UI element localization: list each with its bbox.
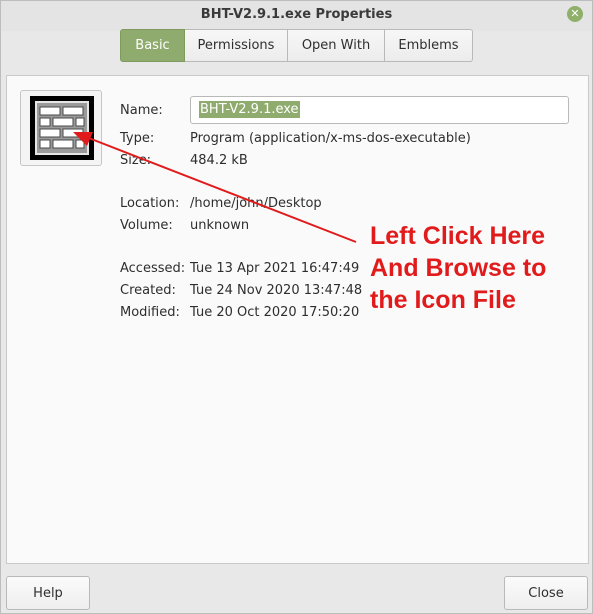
name-field[interactable]: BHT-V2.9.1.exe (190, 96, 569, 124)
location-value: /home/john/Desktop (190, 196, 322, 211)
size-value: 484.2 kB (190, 153, 248, 168)
tab-open-with[interactable]: Open With (288, 29, 385, 62)
annotation-line-2: And Browse to (370, 254, 547, 282)
properties-window: BHT-V2.9.1.exe Properties ✕ Basic Permis… (0, 0, 593, 614)
modified-label: Modified: (120, 305, 180, 320)
modified-value: Tue 20 Oct 2020 17:50:20 (190, 305, 360, 320)
file-icon-button[interactable] (20, 90, 102, 166)
volume-label: Volume: (120, 218, 173, 233)
annotation-text: Left Click Here And Browse to the Icon F… (370, 220, 546, 316)
name-label: Name: (120, 103, 163, 118)
size-label: Size: (120, 153, 152, 168)
type-label: Type: (120, 131, 155, 146)
annotation-line-1: Left Click Here (370, 222, 546, 250)
tab-basic[interactable]: Basic (120, 29, 185, 62)
window-close-icon[interactable]: ✕ (567, 6, 583, 22)
brick-wall-icon (30, 96, 94, 160)
basic-panel: Name: BHT-V2.9.1.exe Type: Program (appl… (6, 75, 589, 564)
type-value: Program (application/x-ms-dos-executable… (190, 131, 471, 146)
name-field-value: BHT-V2.9.1.exe (199, 101, 300, 118)
annotation-line-3: the Icon File (370, 286, 516, 314)
close-button[interactable]: Close (504, 576, 588, 610)
accessed-label: Accessed: (120, 261, 186, 276)
window-title: BHT-V2.9.1.exe Properties (200, 7, 393, 22)
location-label: Location: (120, 196, 180, 211)
created-label: Created: (120, 283, 176, 298)
tab-emblems[interactable]: Emblems (385, 29, 473, 62)
tab-bar: Basic Permissions Open With Emblems (120, 29, 473, 62)
accessed-value: Tue 13 Apr 2021 16:47:49 (190, 261, 360, 276)
volume-value: unknown (190, 218, 250, 233)
tab-permissions[interactable]: Permissions (185, 29, 288, 62)
title-bar: BHT-V2.9.1.exe Properties ✕ (1, 1, 592, 31)
created-value: Tue 24 Nov 2020 13:47:48 (190, 283, 363, 298)
help-button[interactable]: Help (6, 576, 90, 610)
